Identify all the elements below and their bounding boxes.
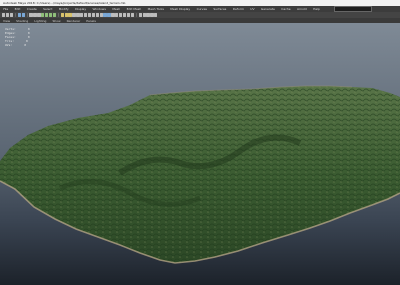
hud-value: 0 <box>26 39 28 43</box>
toolbar-divider <box>15 13 17 17</box>
safe-title-icon[interactable] <box>130 13 135 17</box>
lighting-icon[interactable] <box>91 13 96 17</box>
backface-culling-icon[interactable] <box>142 13 146 17</box>
panel-menu-shading[interactable]: Shading <box>13 19 31 23</box>
hud-label: UVs: <box>5 43 13 47</box>
select-by-object-icon[interactable] <box>33 13 37 17</box>
smooth-shade-icon[interactable] <box>84 13 88 17</box>
panel-menu-lighting[interactable]: Lighting <box>31 19 49 23</box>
film-gate-icon[interactable] <box>119 13 123 17</box>
xray-icon[interactable] <box>99 13 103 17</box>
open-scene-icon[interactable] <box>5 13 10 17</box>
wireframe-icon[interactable] <box>80 13 84 17</box>
snap-grid-icon[interactable] <box>41 13 45 17</box>
shadows-icon[interactable] <box>95 13 99 17</box>
toolbar-divider <box>58 13 60 17</box>
gate-mask-icon[interactable] <box>115 13 119 17</box>
hud-value: 0 <box>24 43 27 47</box>
viewport-3d[interactable] <box>0 23 400 285</box>
textured-icon[interactable] <box>87 13 92 17</box>
two-sided-lighting-icon[interactable] <box>138 13 142 17</box>
panel-menu-panels[interactable]: Panels <box>83 19 99 23</box>
ambient-occlusion-icon[interactable] <box>146 13 150 17</box>
panel-menu-view[interactable]: View <box>0 19 13 23</box>
field-chart-icon[interactable] <box>122 13 127 17</box>
render-current-frame-icon[interactable] <box>60 13 64 17</box>
hud-poly-count: Verts: 0 Edges: 0 Faces: 0 Tris: 0 UVs: 0 <box>5 27 30 47</box>
resolution-gate-icon[interactable] <box>111 13 115 17</box>
undo-icon[interactable] <box>17 13 21 17</box>
snap-curve-icon[interactable] <box>45 13 49 17</box>
panel-menu-renderer[interactable]: Renderer <box>64 19 84 23</box>
toolbar-divider <box>26 13 28 17</box>
toolbar-divider <box>136 13 138 17</box>
snap-point-icon[interactable] <box>48 13 53 17</box>
anti-aliasing-icon[interactable] <box>150 13 154 17</box>
grid-toggle-icon[interactable] <box>107 13 111 17</box>
new-scene-icon[interactable] <box>2 13 6 17</box>
hypershade-icon[interactable] <box>72 13 76 17</box>
ipr-render-icon[interactable] <box>64 13 68 17</box>
save-scene-icon[interactable] <box>9 13 14 17</box>
terrain-render <box>0 85 400 264</box>
safe-action-icon[interactable] <box>126 13 131 17</box>
camera-icon[interactable] <box>76 13 80 17</box>
hud-row-uvs: UVs: 0 <box>5 43 30 47</box>
island-texture <box>0 86 400 263</box>
snap-view-plane-icon[interactable] <box>52 13 57 17</box>
panel-menu-show[interactable]: Show <box>49 19 63 23</box>
redo-icon[interactable] <box>21 13 25 17</box>
hud-value: 0 <box>27 35 30 39</box>
select-by-component-icon[interactable] <box>37 13 41 17</box>
depth-of-field-icon[interactable] <box>154 13 158 17</box>
select-by-hierarchy-icon[interactable] <box>29 13 33 17</box>
isolate-select-icon[interactable] <box>103 13 107 17</box>
render-settings-icon[interactable] <box>68 13 72 17</box>
